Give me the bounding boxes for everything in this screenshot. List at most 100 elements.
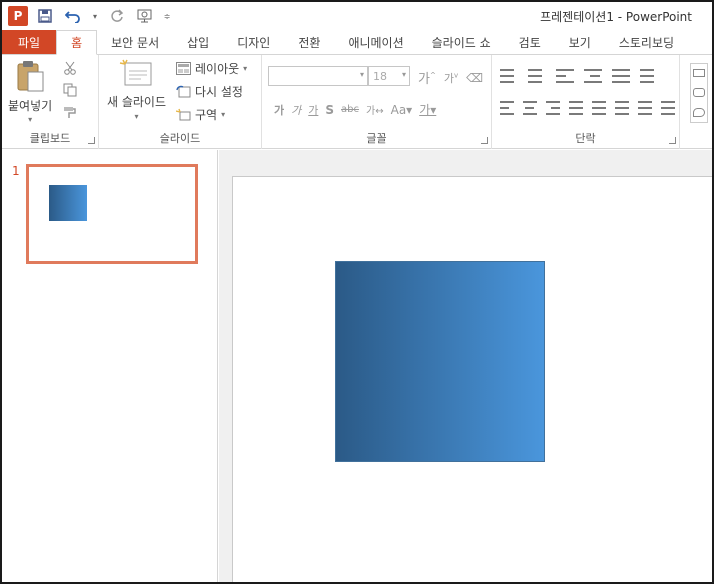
change-case-icon[interactable]: Aa▾ [391,103,413,117]
increase-font-size-icon[interactable]: 가^ [418,68,436,87]
new-slide-dropdown-icon[interactable]: ▾ [135,112,139,121]
save-icon[interactable] [34,6,56,26]
window-title: 프레젠테이션1 - PowerPoint [540,10,692,24]
drawing-group [682,55,712,149]
tab-view[interactable]: 보기 [555,30,605,54]
justify-icon[interactable] [569,101,583,115]
align-center-icon[interactable] [523,101,537,115]
quick-access-toolbar: P ▾ ≑ [8,5,172,27]
font-group: ▾ 18 ▾ 가^ 가v ⌫ 가 가 가 S abc 가↔ Aa▾ 가▾ 글꼴 [262,55,492,149]
strikethrough-icon[interactable]: abc [341,104,359,115]
font-group-label: 글꼴 [366,132,387,145]
paste-icon [17,61,44,92]
new-slide-button[interactable]: 새 슬라이드 ▾ [107,59,166,121]
clipboard-group-label: 클립보드 [29,132,71,145]
tab-insert[interactable]: 삽입 [173,30,223,54]
font-launcher-icon[interactable] [481,137,488,144]
title-bar: P ▾ ≑ 프레젠테이션1 - PowerPoint [2,2,712,30]
align-columns-icon[interactable] [615,101,629,115]
callout-shape-icon[interactable] [693,107,705,117]
bullets-icon[interactable] [500,69,518,83]
tab-transitions[interactable]: 전환 [284,30,334,54]
align-right-icon[interactable] [546,101,560,115]
reset-label: 다시 설정 [195,85,243,99]
tab-design[interactable]: 디자인 [223,30,284,54]
paste-dropdown-icon[interactable]: ▾ [28,115,32,124]
paragraph-launcher-icon[interactable] [669,137,676,144]
smartart-icon[interactable] [661,101,675,115]
slides-group: 새 슬라이드 ▾ 레이아웃 ▾ 다시 설정 구역 ▾ 슬라이드 [99,55,262,149]
decrease-indent-icon[interactable] [556,69,574,83]
clipboard-launcher-icon[interactable] [88,137,95,144]
paragraph-align-tools [500,101,675,115]
tab-home[interactable]: 홈 [56,30,98,55]
font-size-tools: 가^ 가v ⌫ [418,68,483,88]
clipboard-group: 붙여넣기 ▾ 클립보드 [2,55,99,149]
slide-thumbnail[interactable] [26,164,198,264]
bold-icon[interactable]: 가 [274,102,284,118]
section-button[interactable]: 구역 ▾ [175,106,225,123]
reset-button[interactable]: 다시 설정 [175,83,243,100]
decrease-font-size-icon[interactable]: 가v [444,70,458,86]
underline-icon[interactable]: 가 [308,102,318,118]
tab-slideshow[interactable]: 슬라이드 쇼 [418,30,505,54]
font-color-icon[interactable]: 가▾ [419,101,436,118]
tab-security[interactable]: 보안 문서 [97,30,173,54]
new-slide-label: 새 슬라이드 [107,95,167,109]
paragraph-group: 단락 [492,55,680,149]
tab-review[interactable]: 검토 [505,30,555,54]
layout-label: 레이아웃 [195,62,240,76]
font-size-value: 18 [373,69,387,83]
rounded-rectangle-shape-icon[interactable] [693,87,705,97]
font-format-tools: 가 가 가 S abc 가↔ Aa▾ 가▾ [274,101,436,118]
textbox-shape-icon[interactable] [693,69,705,78]
numbering-icon[interactable] [528,69,546,83]
slide-number: 1 [12,164,20,178]
app-window: P ▾ ≑ 프레젠테이션1 - PowerPoint 파일 홈 보안 문서 삽입… [0,0,714,584]
format-painter-icon[interactable] [62,105,78,119]
paste-label: 붙여넣기 [8,99,53,113]
undo-dropdown-icon[interactable]: ▾ [90,6,100,26]
reset-icon [175,85,191,99]
slide-editor-canvas [219,150,712,582]
current-slide[interactable] [232,176,712,582]
gradient-rectangle-shape[interactable] [335,261,545,462]
text-direction-icon[interactable] [638,101,652,115]
tab-storyboarding[interactable]: 스토리보딩 [605,30,688,54]
tab-file[interactable]: 파일 [2,30,57,54]
tab-animations[interactable]: 애니메이션 [334,30,417,54]
font-size-combobox[interactable]: 18 ▾ [368,66,410,86]
layout-button[interactable]: 레이아웃 ▾ [175,60,247,77]
line-spacing-icon[interactable] [612,69,630,83]
font-name-dropdown-icon: ▾ [359,70,364,79]
section-dropdown-icon: ▾ [221,110,226,119]
shapes-gallery[interactable] [690,63,708,123]
cut-icon[interactable] [62,61,78,75]
font-size-dropdown-icon: ▾ [401,70,406,79]
slides-thumbnail-pane: 1 [2,150,218,582]
clear-formatting-icon[interactable]: ⌫ [466,71,483,85]
paragraph-group-label: 단락 [575,132,596,145]
slideshow-start-icon[interactable] [134,6,156,26]
ribbon-tabs: 파일 홈 보안 문서 삽입 디자인 전환 애니메이션 슬라이드 쇼 검토 보기 … [2,30,712,55]
increase-indent-icon[interactable] [584,69,602,83]
paste-button[interactable]: 붙여넣기 ▾ [8,59,52,124]
redo-icon[interactable] [106,6,128,26]
font-name-combobox[interactable]: ▾ [268,66,368,86]
italic-icon[interactable]: 가 [291,102,301,118]
paragraph-top-tools [500,69,654,83]
section-label: 구역 [195,108,218,122]
slides-group-label: 슬라이드 [159,132,201,145]
character-spacing-icon[interactable]: 가↔ [366,102,384,117]
section-icon [175,108,191,122]
new-slide-icon [119,59,151,86]
shadow-icon[interactable]: S [325,103,334,117]
align-left-icon[interactable] [500,101,514,115]
columns-icon[interactable] [640,69,654,83]
copy-icon[interactable] [62,83,78,97]
customize-qat-icon[interactable]: ≑ [162,6,172,26]
distributed-icon[interactable] [592,101,606,115]
thumbnail-shape [49,185,87,221]
layout-dropdown-icon: ▾ [243,64,248,73]
undo-icon[interactable] [62,6,84,26]
